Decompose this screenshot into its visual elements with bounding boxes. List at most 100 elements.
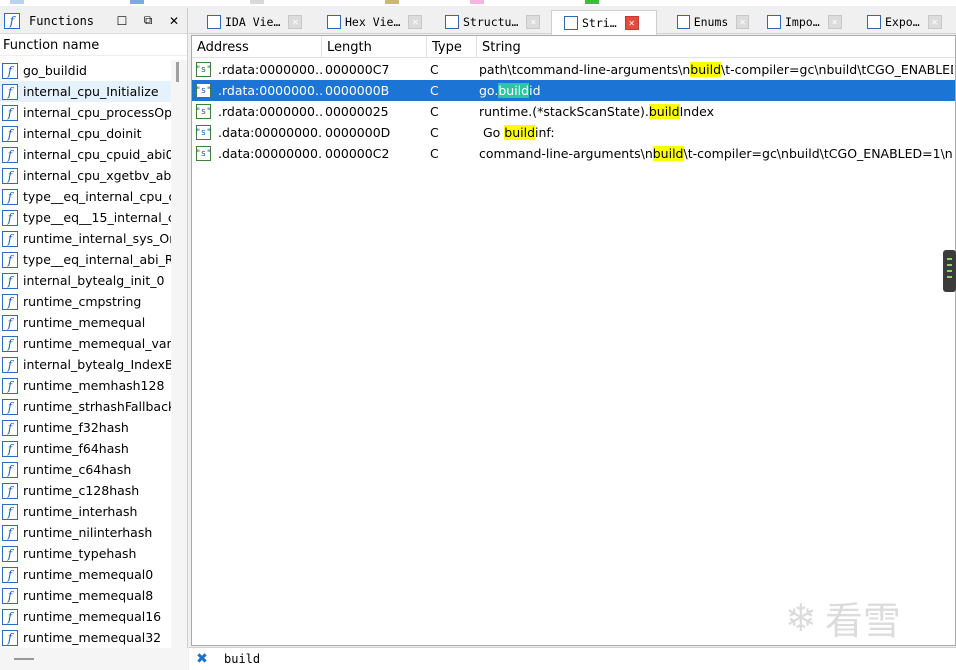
function-icon: f xyxy=(2,461,18,478)
function-icon: f xyxy=(2,608,18,625)
function-list-item[interactable]: f runtime_f32hash xyxy=(0,417,172,438)
column-type[interactable]: Type xyxy=(427,36,477,58)
tab-label: Impo… xyxy=(785,15,820,29)
function-icon: f xyxy=(2,356,18,373)
function-icon: f xyxy=(2,545,18,562)
function-list-item[interactable]: f runtime_interhash xyxy=(0,501,172,522)
function-name: runtime_c64hash xyxy=(23,462,132,477)
function-list-item[interactable]: f runtime_memequal32 xyxy=(0,627,172,648)
type-cell: C xyxy=(430,146,439,161)
search-match: build xyxy=(504,125,536,140)
tab-close-icon[interactable]: ✕ xyxy=(408,15,423,29)
table-row[interactable]: "s" .data:00000000… 0000000D C Go build inf: xyxy=(192,122,955,143)
function-list-item[interactable]: f internal_cpu_xgetbv_abi0 xyxy=(0,165,172,186)
address-cell: .data:00000000… xyxy=(218,125,322,140)
function-icon: f xyxy=(2,335,18,352)
enums-icon xyxy=(677,15,690,29)
function-icon: f xyxy=(2,419,18,436)
function-list-item[interactable]: f runtime_f64hash xyxy=(0,438,172,459)
tab-exports[interactable]: Expo… ✕ xyxy=(855,10,947,34)
function-list-item[interactable]: f type__eq_internal_abi_RegArgs xyxy=(0,249,172,270)
tab-strings[interactable]: Stri… ✕ xyxy=(551,10,657,35)
type-cell: C xyxy=(430,83,439,98)
strings-icon xyxy=(564,16,578,30)
filter-text[interactable]: build xyxy=(224,652,260,666)
tab-close-icon[interactable]: ✕ xyxy=(736,15,749,29)
function-list-item[interactable]: f internal_cpu_doinit xyxy=(0,123,172,144)
type-cell: C xyxy=(430,62,439,77)
tab-ida-view[interactable]: IDA Vie… ✕ xyxy=(195,10,307,34)
tab-structures[interactable]: Structu… ✕ xyxy=(433,10,545,34)
tab-close-icon[interactable]: ✕ xyxy=(927,15,942,29)
length-cell: 000000C7 xyxy=(325,62,390,77)
function-list-item[interactable]: f internal_cpu_cpuid_abi0 xyxy=(0,144,172,165)
string-text: Index xyxy=(679,104,715,119)
column-address[interactable]: Address xyxy=(192,36,322,58)
function-list-item[interactable]: f runtime_strhashFallback xyxy=(0,396,172,417)
string-cell: path\tcommand-line-arguments\n build \t-co… xyxy=(479,59,953,80)
function-list-item[interactable]: f runtime_cmpstring xyxy=(0,291,172,312)
tab-close-icon[interactable]: ✕ xyxy=(288,15,303,29)
function-list-item[interactable]: f internal_bytealg_init_0 xyxy=(0,270,172,291)
function-list-item[interactable]: f runtime_typehash xyxy=(0,543,172,564)
tab-enums[interactable]: Enums ✕ xyxy=(665,10,749,34)
table-row[interactable]: "s" .rdata:0000000… 00000025 Cruntime.(*sta… xyxy=(192,101,955,122)
clear-filter-icon[interactable]: ✖ xyxy=(194,651,210,667)
table-row[interactable]: "s" .rdata:0000000… 000000C7 Cpath\tcommand… xyxy=(192,59,955,80)
function-list-item[interactable]: f runtime_internal_sys_OnesCount64 xyxy=(0,228,172,249)
function-icon: f xyxy=(2,377,18,394)
strings-window: Address Length Type String "s" .rdata:000… xyxy=(191,35,956,646)
column-string[interactable]: String xyxy=(477,36,955,58)
column-length[interactable]: Length xyxy=(322,36,427,58)
address-cell: .rdata:0000000… xyxy=(218,83,322,98)
function-list-item[interactable]: f type__eq_internal_cpu_option xyxy=(0,186,172,207)
string-text: \t-compiler=gc\nbuild\tCGO_ENABLED=… xyxy=(721,62,953,77)
function-list-item[interactable]: f runtime_memequal8 xyxy=(0,585,172,606)
function-name-column-header[interactable]: Function name xyxy=(0,34,187,56)
function-list-item[interactable]: f internal_bytealg_IndexByteString xyxy=(0,354,172,375)
function-list-item[interactable]: f runtime_c128hash xyxy=(0,480,172,501)
minimize-icon[interactable]: ☐ xyxy=(109,14,135,28)
function-list-item[interactable]: f runtime_memequal_varlen xyxy=(0,333,172,354)
function-list-item[interactable]: f go_buildid xyxy=(0,60,172,81)
overview-scroll-indicator[interactable] xyxy=(943,250,956,292)
exports-icon xyxy=(867,15,881,29)
tab-close-icon[interactable]: ✕ xyxy=(526,15,541,29)
float-window-icon[interactable]: ⧉ xyxy=(135,13,161,28)
function-list-hscrollbar[interactable] xyxy=(0,648,188,670)
function-list-item[interactable]: f runtime_memhash128 xyxy=(0,375,172,396)
function-list-item[interactable]: f type__eq__15_internal_cpu_option xyxy=(0,207,172,228)
string-cell: go. build id xyxy=(479,80,953,101)
table-row[interactable]: "s" .data:00000000… 000000C2 Ccommand-line-… xyxy=(192,143,955,164)
functions-title-bar: f Functions ☐ ⧉ ✕ xyxy=(0,8,187,34)
function-list-item[interactable]: f runtime_memequal16 xyxy=(0,606,172,627)
function-list-item[interactable]: f internal_cpu_Initialize xyxy=(0,81,172,102)
table-row[interactable]: "s" .rdata:0000000… 0000000B Cgo. build id xyxy=(192,80,955,101)
ida-view-icon xyxy=(207,15,221,29)
length-cell: 00000025 xyxy=(325,104,389,119)
function-list-item[interactable]: f runtime_nilinterhash xyxy=(0,522,172,543)
tab-close-icon[interactable]: ✕ xyxy=(827,15,842,29)
watermark-text: 看雪 xyxy=(824,599,901,643)
function-list-scrollbar[interactable] xyxy=(171,60,187,656)
tab-close-icon[interactable]: ✕ xyxy=(624,16,639,30)
string-text: Go xyxy=(479,125,505,140)
tab-hex-view[interactable]: Hex Vie… ✕ xyxy=(315,10,427,34)
function-icon: f xyxy=(2,440,18,457)
function-list-item[interactable]: f internal_cpu_processOptions xyxy=(0,102,172,123)
close-icon[interactable]: ✕ xyxy=(161,14,187,28)
function-name: internal_cpu_xgetbv_abi0 xyxy=(23,168,172,183)
function-list-item[interactable]: f runtime_c64hash xyxy=(0,459,172,480)
function-list-item[interactable]: f runtime_memequal xyxy=(0,312,172,333)
function-icon: f xyxy=(2,524,18,541)
tab-imports[interactable]: Impo… ✕ xyxy=(755,10,847,34)
function-icon: f xyxy=(2,272,18,289)
string-icon: "s" xyxy=(195,104,212,119)
string-cell: Go build inf: xyxy=(479,122,953,143)
function-icon: f xyxy=(2,230,18,247)
string-text: command-line-arguments\n xyxy=(479,146,653,161)
function-list-item[interactable]: f runtime_memequal0 xyxy=(0,564,172,585)
address-cell: .rdata:0000000… xyxy=(218,104,322,119)
functions-title: Functions xyxy=(29,13,95,28)
string-text: \t-compiler=gc\nbuild\tCGO_ENABLED=1\nbu… xyxy=(683,146,954,161)
